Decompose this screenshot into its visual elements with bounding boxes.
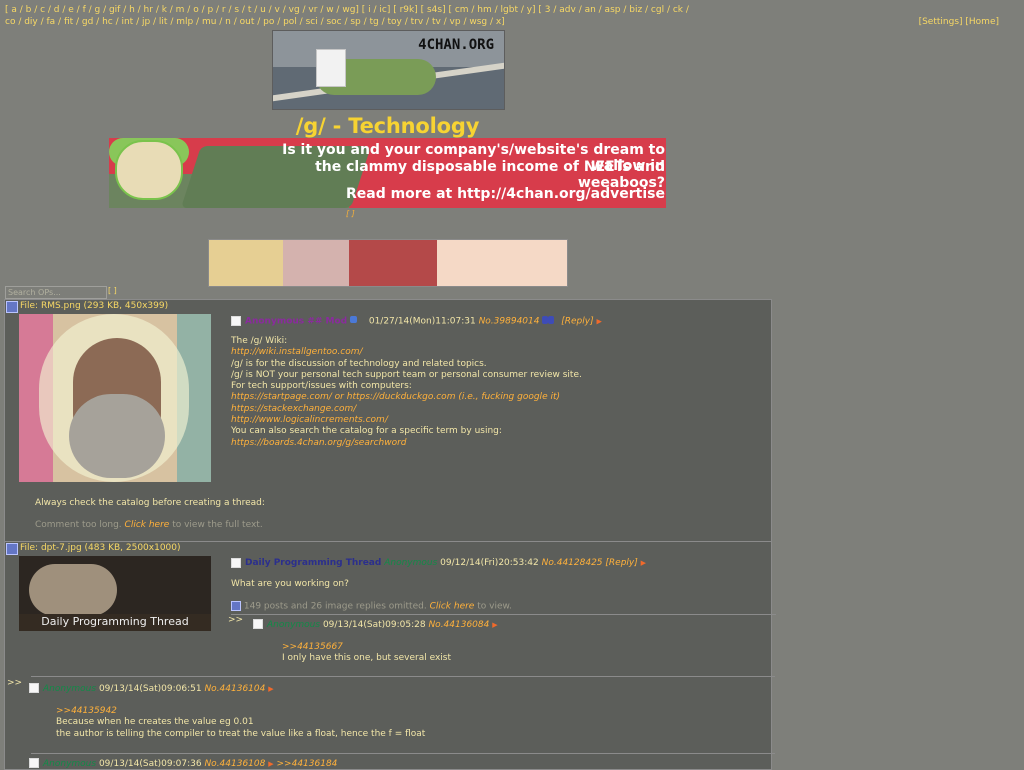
thread-subject: Daily Programming Thread xyxy=(245,558,382,568)
post-datetime: 09/12/14(Fri)20:53:42 xyxy=(440,558,539,568)
view-text: to view. xyxy=(477,601,512,612)
post-line: The /g/ Wiki: xyxy=(231,336,288,346)
post-checkbox[interactable] xyxy=(253,619,263,629)
post-menu-icon[interactable]: ▶ xyxy=(492,621,497,629)
omitted-posts: 149 posts and 26 image replies omitted. … xyxy=(231,601,771,613)
reply-header: Anonymous 09/13/14(Sat)09:05:28 No.44136… xyxy=(267,620,767,631)
post-checkbox[interactable] xyxy=(29,758,39,768)
ad-character-face xyxy=(115,140,183,200)
post-datetime: 01/27/14(Mon)11:07:31 xyxy=(368,316,476,327)
catalog-note: Always check the catalog before creating… xyxy=(35,498,265,508)
reply-body: >>44135942 Because when he creates the v… xyxy=(56,706,656,740)
post-number[interactable]: No.44136104 xyxy=(204,684,265,694)
ad2-panel-2 xyxy=(283,240,349,286)
expand-thread-icon[interactable] xyxy=(231,601,241,611)
reply-header: Anonymous 09/13/14(Sat)09:06:51 No.44136… xyxy=(43,684,563,695)
thumbnail-person xyxy=(29,564,117,616)
op-post-body: The /g/ Wiki: http://wiki.installgentoo.… xyxy=(231,336,771,449)
post-menu-icon[interactable]: ▶ xyxy=(641,559,646,567)
board-nav-line1[interactable]: [ a / b / c / d / e / f / g / gif / h / … xyxy=(5,4,1019,16)
thread-toggle-icon[interactable] xyxy=(6,301,18,313)
post-line: You can also search the catalog for a sp… xyxy=(231,426,502,437)
search-button[interactable]: [ ] xyxy=(108,286,117,295)
sticky-lock-icons xyxy=(542,316,558,326)
post-line: For tech support/issues with computers: xyxy=(231,381,412,392)
op-post-header: Daily Programming Thread Anonymous 09/12… xyxy=(245,558,765,569)
logo-character xyxy=(316,49,346,87)
thread-thumbnail[interactable]: Daily Programming Thread xyxy=(19,556,211,631)
file-label: File: RMS.png (293 KB, 450x399) xyxy=(20,301,169,311)
post-links-line[interactable]: https://startpage.com/ or https://duckdu… xyxy=(231,392,771,403)
site-logo: 4CHAN.ORG xyxy=(272,30,505,110)
board-nav-line2[interactable]: co / diy / fa / fit / gd / hc / int / jp… xyxy=(5,16,1019,28)
middle-banner-ad[interactable] xyxy=(208,239,568,287)
post-number[interactable]: No.44136084 xyxy=(428,620,489,630)
post-line: /g/ is NOT your personal tech support te… xyxy=(231,369,582,380)
board-title: /g/ - Technology xyxy=(295,114,480,138)
op-body: What are you working on? xyxy=(231,579,349,589)
post-link[interactable]: http://wiki.installgentoo.com/ xyxy=(231,347,771,358)
ad2-panel-3 xyxy=(349,240,437,286)
reply-post: Anonymous 09/13/14(Sat)09:05:28 No.44136… xyxy=(231,614,776,669)
small-link[interactable]: [ ] xyxy=(346,209,355,218)
op-post-header: Anonymous ## Mod 01/27/14(Mon)11:07:31 N… xyxy=(245,316,765,328)
post-number[interactable]: No.39894014 xyxy=(479,317,540,327)
post-link[interactable]: https://boards.4chan.org/g/searchword xyxy=(231,438,771,449)
post-datetime: 09/13/14(Sat)09:05:28 xyxy=(322,620,426,630)
omitted-text: 149 posts and 26 image replies omitted. xyxy=(243,601,427,612)
thread-container: File: dpt-7.jpg (483 KB, 2500x1000) Dail… xyxy=(4,541,776,770)
click-here-link[interactable]: Click here xyxy=(430,602,475,612)
top-banner-ad[interactable]: Is it you and your company's/website's d… xyxy=(109,138,666,208)
file-label: File: dpt-7.jpg (483 KB, 2500x1000) xyxy=(20,543,181,553)
post-line: /g/ is for the discussion of technology … xyxy=(231,358,487,369)
reply-text-line1: Because when he creates the value eg 0.0… xyxy=(56,717,254,728)
search-input[interactable]: Search OPs... xyxy=(5,286,107,299)
post-link[interactable]: http://www.logicalincrements.com/ xyxy=(231,415,771,426)
reply-body: >>44135667 I only have this one, but sev… xyxy=(282,642,762,665)
thread-header: File: dpt-7.jpg (483 KB, 2500x1000) xyxy=(5,542,771,555)
logo-text: 4CHAN.ORG xyxy=(418,37,494,53)
comment-too-long-text: Comment too long. xyxy=(35,520,122,530)
reply-marker: >> xyxy=(7,678,23,688)
ad2-panel-4 xyxy=(437,240,567,286)
quote-link[interactable]: >>44135667 xyxy=(282,642,762,653)
post-number[interactable]: No.44128425 xyxy=(542,558,603,568)
mod-icon xyxy=(349,316,366,326)
thread-header: File: RMS.png (293 KB, 450x399) xyxy=(5,300,771,313)
thread-container: File: RMS.png (293 KB, 450x399) Anonymou… xyxy=(4,299,772,542)
poster-name: Anonymous ## Mod xyxy=(245,316,348,327)
ad-line3: Read more at http://4chan.org/advertise xyxy=(345,186,665,202)
home-link[interactable]: [Home] xyxy=(965,17,999,27)
post-menu-icon[interactable]: ▶ xyxy=(268,685,273,693)
post-checkbox[interactable] xyxy=(231,558,241,568)
reply-link[interactable]: [Reply] xyxy=(561,317,593,327)
poster-name: Anonymous xyxy=(384,558,438,568)
settings-link[interactable]: [Settings] xyxy=(919,17,963,27)
board-nav: [ a / b / c / d / e / f / g / gif / h / … xyxy=(5,4,1019,28)
reply-text: I only have this one, but several exist xyxy=(282,653,452,664)
reply-post: Anonymous 09/13/14(Sat)09:06:51 No.44136… xyxy=(29,676,775,753)
thumbnail-caption: Daily Programming Thread xyxy=(41,615,189,628)
comment-too-long: Comment too long. Click here to view the… xyxy=(35,520,535,531)
top-right-links: [Settings] [Home] xyxy=(919,16,999,28)
quote-link[interactable]: >>44135942 xyxy=(56,706,656,717)
reply-link[interactable]: [Reply] xyxy=(605,558,637,568)
post-checkbox[interactable] xyxy=(29,683,39,693)
post-menu-icon[interactable]: ▶ xyxy=(268,760,273,768)
thumbnail-beard xyxy=(69,394,165,478)
reply-post: Anonymous 09/13/14(Sat)09:07:36 No.44136… xyxy=(29,753,775,770)
view-full-text: to view the full text. xyxy=(172,520,263,530)
poster-name: Anonymous xyxy=(267,620,321,630)
reply-header: Anonymous 09/13/14(Sat)09:07:36 No.44136… xyxy=(43,759,563,770)
post-checkbox[interactable] xyxy=(231,316,241,326)
poster-name: Anonymous xyxy=(43,684,97,694)
thread-toggle-icon[interactable] xyxy=(6,543,18,555)
ad2-panel-1 xyxy=(209,240,283,286)
post-datetime: 09/13/14(Sat)09:06:51 xyxy=(98,684,202,694)
click-here-link[interactable]: Click here xyxy=(125,520,170,530)
thread-thumbnail[interactable] xyxy=(19,314,211,482)
reply-text-line2: the author is telling the compiler to tr… xyxy=(56,728,426,739)
post-link[interactable]: https://stackexchange.com/ xyxy=(231,404,771,415)
post-menu-icon[interactable]: ▶ xyxy=(596,318,601,326)
